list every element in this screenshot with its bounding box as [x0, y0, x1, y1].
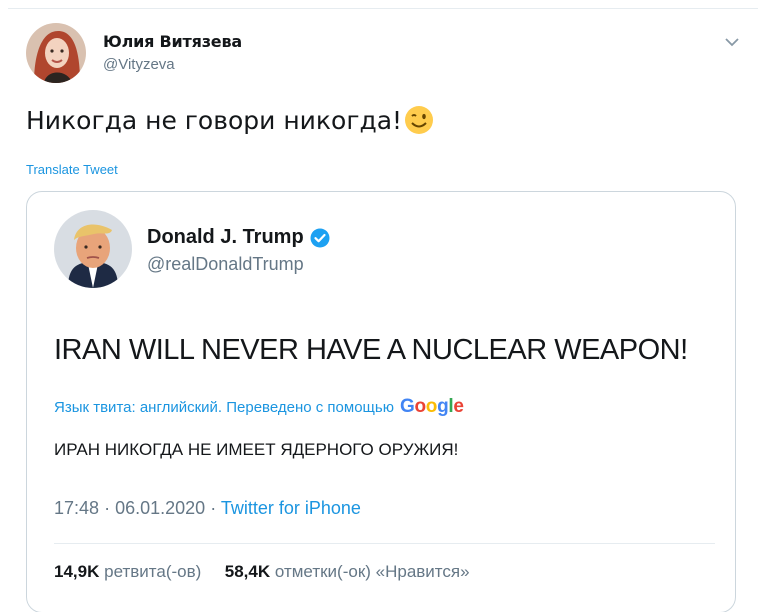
quoted-author-handle[interactable]: @realDonaldTrump — [147, 254, 304, 275]
divider — [54, 543, 715, 544]
translated-text: ИРАН НИКОГДА НЕ ИМЕЕТ ЯДЕРНОГО ОРУЖИЯ! — [54, 440, 459, 459]
likes-label: отметки(-ок) «Нравится» — [274, 562, 470, 581]
quoted-author-name-text: Donald J. Trump — [147, 226, 304, 248]
retweets-stat[interactable]: 14,9K ретвита(-ов) — [54, 562, 201, 581]
tweet[interactable]: Юлия Витязева @Vityzeva Никогда не говор… — [8, 8, 758, 612]
meta-separator: · — [104, 498, 111, 518]
tweet-source-link[interactable]: Twitter for iPhone — [221, 498, 361, 518]
quoted-tweet-text: IRAN WILL NEVER HAVE A NUCLEAR WEAPON! — [54, 334, 688, 366]
translation-attribution: Язык твита: английский. Переведено с пом… — [54, 396, 464, 418]
verified-badge-icon — [310, 228, 330, 248]
winking-face-icon — [404, 105, 434, 135]
chevron-down-icon[interactable] — [724, 35, 740, 47]
author-avatar[interactable] — [26, 23, 86, 83]
quoted-author-avatar[interactable] — [54, 210, 132, 288]
tweet-metadata: 17:48 · 06.01.2020 · Twitter for iPhone — [54, 498, 361, 519]
meta-separator: · — [210, 498, 217, 518]
quoted-author-name[interactable]: Donald J. Trump — [147, 226, 330, 249]
tweet-text-body: Никогда не говори никогда! — [26, 105, 403, 135]
tweet-stats: 14,9K ретвита(-ов) 58,4K отметки(-ок) «Н… — [54, 562, 470, 582]
likes-count: 58,4K — [224, 562, 271, 581]
tweet-time[interactable]: 17:48 — [54, 498, 99, 518]
retweets-count: 14,9K — [54, 562, 100, 581]
author-handle[interactable]: @Vityzeva — [103, 56, 175, 73]
tweet-date[interactable]: 06.01.2020 — [115, 498, 205, 518]
translation-attribution-label: Язык твита: английский. Переведено с пом… — [54, 398, 394, 416]
quoted-tweet-card[interactable]: Donald J. Trump @realDonaldTrump IRAN WI… — [26, 191, 736, 612]
translate-tweet-link[interactable]: Translate Tweet — [26, 162, 118, 177]
tweet-text: Никогда не говори никогда! — [26, 105, 434, 135]
retweets-label: ретвита(-ов) — [104, 562, 202, 581]
google-logo: Google — [399, 396, 464, 417]
author-name[interactable]: Юлия Витязева — [103, 32, 242, 51]
likes-stat[interactable]: 58,4K отметки(-ок) «Нравится» — [225, 562, 470, 581]
